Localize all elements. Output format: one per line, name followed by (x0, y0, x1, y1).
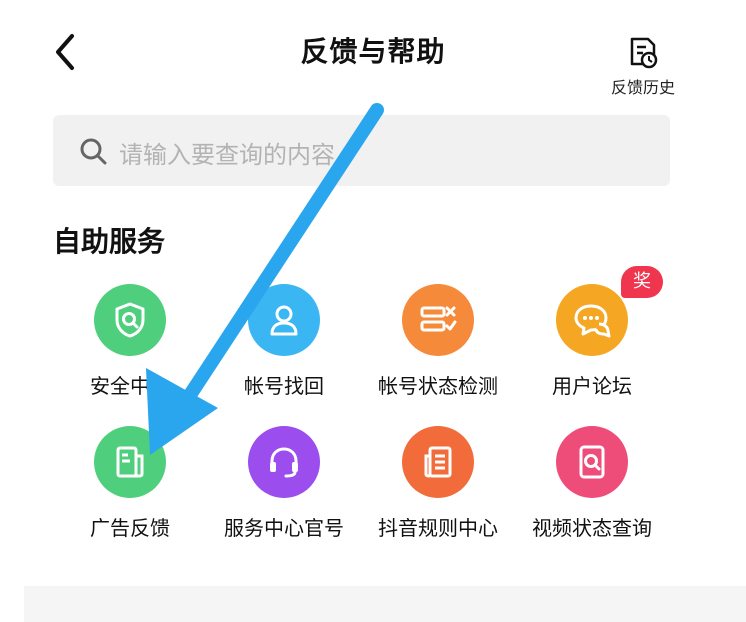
service-label: 帐号状态检测 (378, 374, 498, 398)
rules-book-icon (402, 426, 474, 498)
service-account-recovery[interactable]: 帐号找回 (209, 284, 359, 399)
headset-icon (248, 426, 320, 498)
feedback-history-label: 反馈历史 (610, 78, 675, 97)
service-label: 视频状态查询 (532, 516, 652, 540)
service-label: 帐号找回 (244, 374, 324, 398)
service-label: 服务中心官号 (224, 516, 344, 540)
service-account-status-check[interactable]: 帐号状态检测 (363, 284, 513, 399)
service-video-status-query[interactable]: 视频状态查询 (517, 426, 667, 541)
reward-badge: 奖 (621, 266, 663, 298)
history-document-icon (630, 37, 658, 69)
document-icon (94, 426, 166, 498)
service-label: 广告反馈 (90, 516, 170, 540)
service-label: 抖音规则中心 (378, 516, 498, 540)
checklist-icon (402, 284, 474, 356)
search-input[interactable]: 请输入要查询的内容 (53, 115, 670, 186)
user-icon (248, 284, 320, 356)
bottom-divider (24, 586, 746, 622)
video-search-icon (556, 426, 628, 498)
section-title: 自助服务 (53, 225, 166, 258)
feedback-history-button[interactable]: 反馈历史 (598, 36, 688, 98)
shield-search-icon (94, 284, 166, 356)
search-placeholder: 请输入要查询的内容 (119, 141, 335, 169)
service-safety-center[interactable]: 安全中心 (55, 284, 205, 399)
service-service-center-official[interactable]: 服务中心官号 (209, 426, 359, 541)
search-icon (80, 138, 107, 165)
service-douyin-rules-center[interactable]: 抖音规则中心 (363, 426, 513, 541)
service-user-forum[interactable]: 用户论坛 (517, 284, 667, 399)
service-label: 安全中心 (90, 374, 170, 398)
service-ad-feedback[interactable]: 广告反馈 (55, 426, 205, 541)
service-label: 用户论坛 (552, 374, 632, 398)
chat-bubbles-icon (556, 284, 628, 356)
